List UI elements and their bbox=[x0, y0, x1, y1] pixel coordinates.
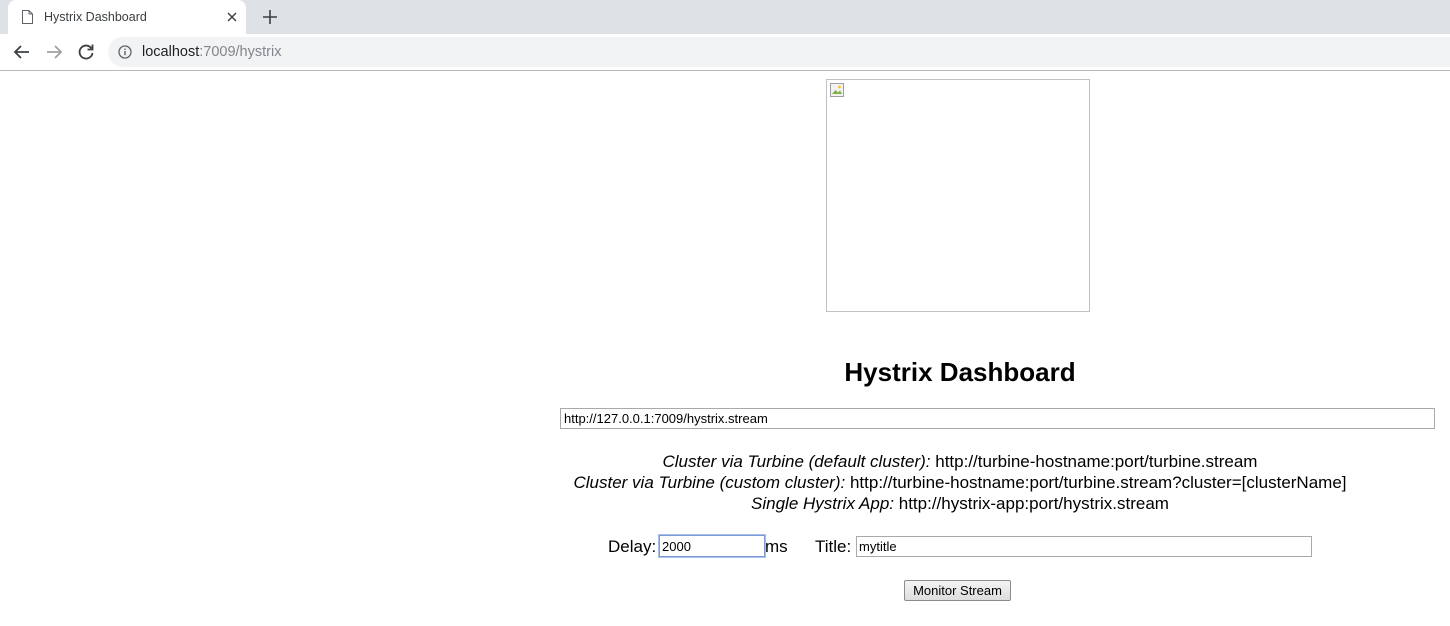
monitor-stream-button[interactable]: Monitor Stream bbox=[904, 580, 1011, 601]
stream-url-input[interactable] bbox=[560, 408, 1435, 429]
back-arrow-icon[interactable] bbox=[12, 42, 32, 62]
hystrix-logo-image bbox=[826, 79, 1090, 312]
toolbar-divider bbox=[0, 70, 1450, 71]
title-label: Title: bbox=[815, 537, 852, 556]
plus-icon[interactable] bbox=[260, 7, 280, 27]
title-input[interactable] bbox=[856, 536, 1312, 557]
delay-unit: ms bbox=[765, 537, 788, 556]
url-text: localhost:7009/hystrix bbox=[142, 44, 281, 60]
stream-url-hints: Cluster via Turbine (default cluster): h… bbox=[560, 451, 1360, 514]
hint-label: Cluster via Turbine (default cluster): bbox=[662, 452, 931, 471]
broken-image-icon bbox=[830, 83, 844, 97]
hint-value: http://hystrix-app:port/hystrix.stream bbox=[898, 494, 1169, 513]
url-host: localhost bbox=[142, 44, 200, 60]
delay-input[interactable] bbox=[658, 534, 766, 558]
reload-icon[interactable] bbox=[76, 42, 96, 62]
tab-title: Hystrix Dashboard bbox=[44, 10, 147, 24]
forward-arrow-icon[interactable] bbox=[44, 42, 64, 62]
hint-turbine-custom: Cluster via Turbine (custom cluster): ht… bbox=[560, 472, 1360, 493]
hint-label: Single Hystrix App: bbox=[751, 494, 895, 513]
delay-label: Delay: bbox=[608, 537, 657, 556]
info-icon[interactable] bbox=[118, 45, 132, 59]
page-icon bbox=[22, 10, 33, 24]
hint-label: Cluster via Turbine (custom cluster): bbox=[573, 473, 846, 492]
address-bar[interactable]: localhost:7009/hystrix bbox=[108, 37, 1450, 67]
hint-turbine-default: Cluster via Turbine (default cluster): h… bbox=[560, 451, 1360, 472]
close-icon[interactable] bbox=[224, 9, 240, 25]
hint-single-app: Single Hystrix App: http://hystrix-app:p… bbox=[560, 493, 1360, 514]
browser-toolbar: localhost:7009/hystrix bbox=[0, 34, 1450, 70]
browser-tab[interactable]: Hystrix Dashboard bbox=[8, 0, 246, 34]
tab-strip: Hystrix Dashboard bbox=[0, 0, 1450, 34]
hint-value: http://turbine-hostname:port/turbine.str… bbox=[849, 473, 1347, 492]
hint-value: http://turbine-hostname:port/turbine.str… bbox=[935, 452, 1258, 471]
url-path: :7009/hystrix bbox=[199, 44, 282, 60]
page-title: Hystrix Dashboard bbox=[844, 357, 1076, 387]
